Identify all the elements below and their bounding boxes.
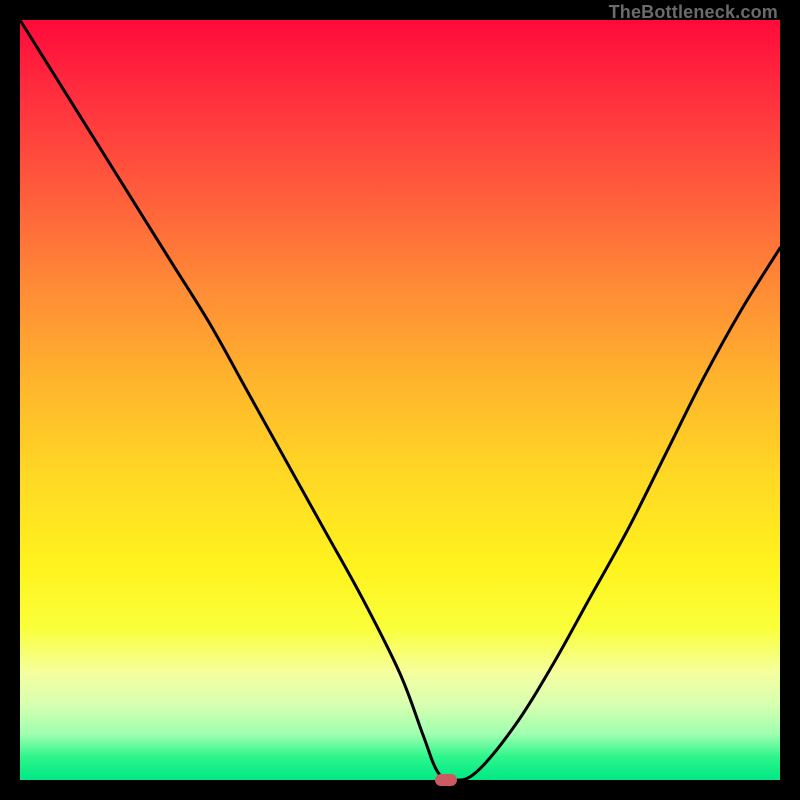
minimum-marker [435,774,457,786]
curve-svg [20,20,780,780]
plot-area [20,20,780,780]
chart-frame: TheBottleneck.com [20,20,780,780]
bottleneck-curve [20,20,780,780]
